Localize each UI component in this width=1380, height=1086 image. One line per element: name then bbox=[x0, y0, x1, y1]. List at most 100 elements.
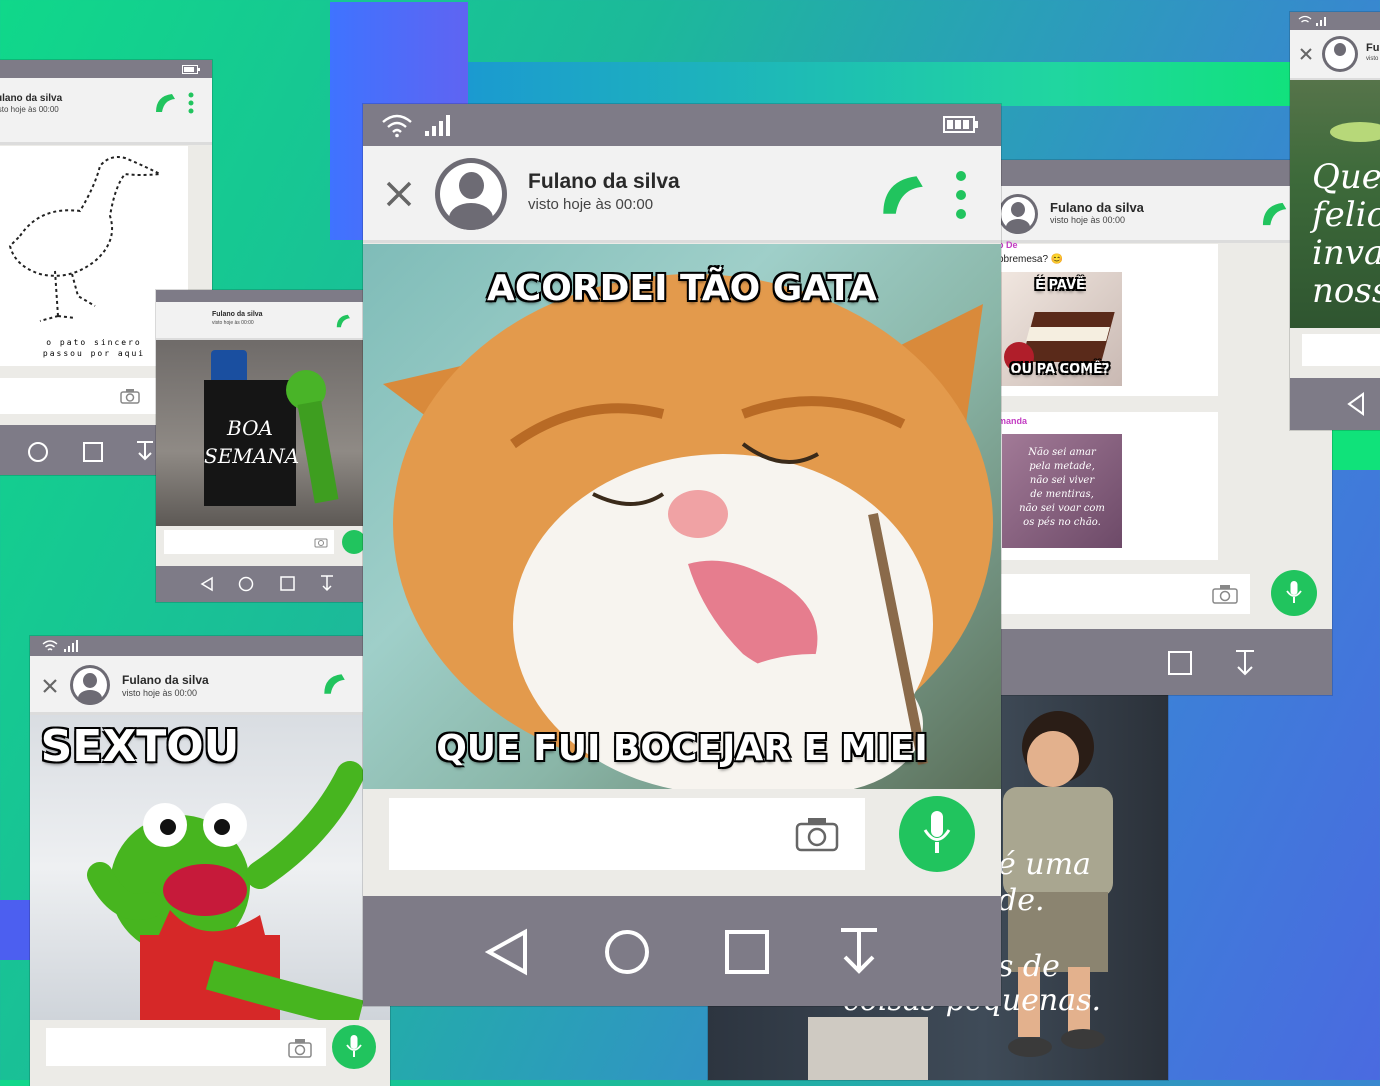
contact-name: Ful bbox=[1366, 42, 1380, 54]
home-icon[interactable] bbox=[27, 441, 49, 463]
mic-button[interactable] bbox=[332, 1025, 376, 1069]
camera-icon[interactable] bbox=[795, 816, 839, 852]
chat-header: Fulano da silva visto hoje às 00:00 bbox=[363, 146, 1001, 243]
quote-image: Quefeliciinvadnossa bbox=[1290, 80, 1380, 328]
meme-text: SEXTOU bbox=[40, 721, 240, 772]
status-bar bbox=[363, 104, 1001, 146]
bg-block-gradient bbox=[468, 62, 1308, 106]
mic-icon bbox=[346, 1035, 362, 1057]
bg-block-right bbox=[1330, 430, 1380, 470]
camera-icon[interactable] bbox=[288, 1038, 312, 1058]
message-input[interactable] bbox=[46, 1028, 326, 1066]
more-icon[interactable] bbox=[188, 92, 194, 114]
close-icon[interactable] bbox=[1300, 48, 1312, 60]
nav-bar bbox=[156, 566, 370, 602]
download-icon[interactable] bbox=[839, 926, 879, 976]
signal-icon bbox=[1316, 17, 1326, 26]
chat-header: ulano da silva isto hoje às 00:00 bbox=[0, 78, 212, 145]
quote-line-4: de mentiras, bbox=[1030, 489, 1094, 500]
message-input[interactable] bbox=[990, 574, 1250, 614]
avatar bbox=[70, 665, 110, 705]
sextou-chat-card: Fulano da silva visto hoje às 00:00 SEXT… bbox=[30, 636, 390, 1086]
quote-line-3: não sei viver bbox=[1029, 475, 1095, 486]
home-icon[interactable] bbox=[238, 576, 254, 592]
message-bubble-1: o De obremesa? 😊 É PAVÊ OU PA COMÊ? bbox=[990, 240, 1218, 396]
signal-icon bbox=[64, 640, 78, 652]
message-input[interactable] bbox=[0, 378, 158, 414]
pave-chat-card: Fulano da silva visto hoje às 00:00 o De… bbox=[990, 160, 1332, 695]
phone-icon[interactable] bbox=[334, 312, 352, 330]
img-bottom-text: OU PA COMÊ? bbox=[1010, 362, 1110, 377]
quote-line-2: de. bbox=[998, 883, 1045, 918]
last-seen: visto hoje às 00:00 bbox=[212, 320, 254, 326]
mic-icon bbox=[1286, 581, 1302, 603]
phone-icon[interactable] bbox=[875, 168, 929, 222]
last-seen: isto hoje às 00:00 bbox=[0, 105, 59, 114]
camera-icon[interactable] bbox=[1212, 584, 1238, 604]
wifi-icon bbox=[1298, 15, 1312, 23]
camera-icon[interactable] bbox=[314, 536, 328, 548]
nav-bar bbox=[1290, 378, 1380, 430]
more-icon[interactable] bbox=[955, 170, 967, 220]
wifi-icon bbox=[42, 640, 58, 651]
chat-header: Fulano da silva visto hoje às 00:00 bbox=[156, 302, 370, 341]
back-icon[interactable] bbox=[1346, 392, 1366, 416]
quote-image: Não sei amar pela metade, não sei viver de … bbox=[1002, 434, 1122, 548]
message-input[interactable] bbox=[164, 530, 334, 554]
close-icon[interactable] bbox=[42, 678, 58, 694]
chat-header: Fulano da silva visto hoje às 00:00 bbox=[30, 656, 390, 715]
cat-meme-image: ACORDEI TÃO GATA QUE FUI BOCEJAR E MIEI bbox=[363, 244, 1001, 789]
back-icon[interactable] bbox=[485, 928, 531, 976]
message-text: obremesa? 😊 bbox=[998, 254, 1064, 265]
nav-bar bbox=[363, 896, 1001, 1006]
wifi-icon bbox=[382, 114, 412, 138]
sign-line-1: BOA bbox=[227, 416, 273, 440]
message-input[interactable] bbox=[1302, 334, 1380, 366]
status-bar bbox=[990, 160, 1332, 186]
meme-top-text: ACORDEI TÃO GATA bbox=[486, 268, 877, 309]
quote-line-4: nossa bbox=[1312, 271, 1380, 311]
quote-line-1: Que bbox=[1312, 157, 1380, 197]
phone-icon[interactable] bbox=[320, 670, 348, 698]
recents-icon[interactable] bbox=[725, 930, 769, 974]
status-bar bbox=[156, 290, 370, 302]
quote-line-3: invad bbox=[1312, 233, 1380, 273]
chat-header: Fulano da silva visto hoje às 00:00 bbox=[990, 186, 1332, 243]
message-input[interactable] bbox=[389, 798, 865, 870]
quote-line-6: os pés no chão. bbox=[1023, 517, 1101, 528]
battery-icon bbox=[943, 116, 978, 133]
last-seen: visto hoje às 00:00 bbox=[1050, 215, 1126, 225]
close-icon[interactable] bbox=[385, 180, 413, 208]
signal-icon bbox=[425, 115, 450, 136]
phone-icon[interactable] bbox=[1258, 198, 1290, 230]
camera-icon[interactable] bbox=[120, 388, 140, 404]
kermit-image: BOA SEMANA bbox=[156, 340, 370, 526]
status-bar bbox=[0, 60, 212, 78]
recents-icon[interactable] bbox=[280, 576, 295, 591]
pave-image: É PAVÊ OU PA COMÊ? bbox=[998, 272, 1122, 386]
contact-name: Fulano da silva bbox=[212, 311, 263, 318]
quote-chat-card: Ful visto Quefeliciinvadnossa bbox=[1290, 12, 1380, 430]
download-icon[interactable] bbox=[135, 440, 155, 462]
quote-line-5: não sei voar com bbox=[1019, 503, 1105, 514]
main-chat-window: Fulano da silva visto hoje às 00:00 ACOR… bbox=[363, 104, 1001, 1006]
sign-line-2: SEMANA bbox=[204, 444, 300, 468]
avatar bbox=[435, 158, 507, 230]
avatar bbox=[1322, 36, 1358, 72]
back-icon[interactable] bbox=[200, 576, 214, 592]
recents-icon[interactable] bbox=[1168, 651, 1192, 675]
meme-bottom-text: QUE FUI BOCEJAR E MIEI bbox=[436, 728, 928, 769]
battery-icon bbox=[182, 65, 200, 74]
mic-icon bbox=[923, 811, 951, 853]
mic-button[interactable] bbox=[899, 796, 975, 872]
img-top-text: É PAVÊ bbox=[1035, 278, 1085, 293]
quote-text: Quefeliciinvadnossa bbox=[1312, 158, 1380, 310]
recents-icon[interactable] bbox=[83, 442, 103, 462]
status-bar bbox=[1290, 12, 1380, 30]
home-icon[interactable] bbox=[603, 928, 651, 976]
kermit-chat-card: Fulano da silva visto hoje às 00:00 BOA … bbox=[156, 290, 370, 602]
download-icon[interactable] bbox=[1234, 649, 1256, 677]
download-icon[interactable] bbox=[320, 575, 334, 592]
phone-icon[interactable] bbox=[152, 90, 178, 116]
mic-button[interactable] bbox=[1271, 570, 1317, 616]
